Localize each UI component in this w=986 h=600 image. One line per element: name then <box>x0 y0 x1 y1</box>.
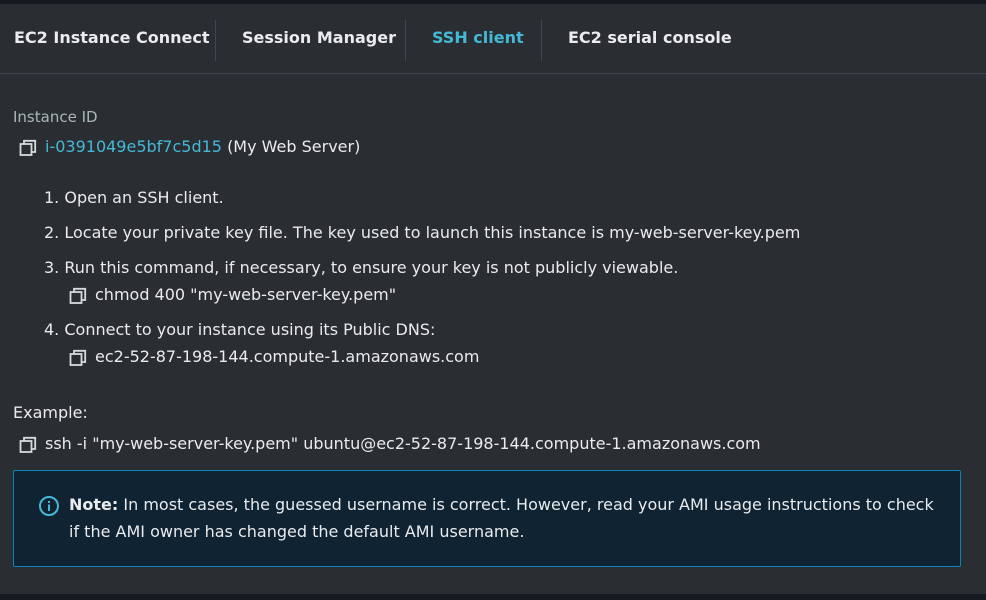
instance-id-link[interactable]: i-0391049e5bf7c5d15 <box>45 137 222 156</box>
step-3: 3. Run this command, if necessary, to en… <box>44 258 679 277</box>
tab-session-manager[interactable]: Session Manager <box>242 4 396 73</box>
note-title: Note: <box>69 495 119 514</box>
note-body: In most cases, the guessed username is c… <box>69 495 934 541</box>
chmod-command: chmod 400 "my-web-server-key.pem" <box>95 285 397 304</box>
tab-separator <box>405 20 406 61</box>
step-1: 1. Open an SSH client. <box>44 188 224 207</box>
copy-icon[interactable] <box>19 436 37 454</box>
instance-id-label: Instance ID <box>13 108 98 126</box>
public-dns-value: ec2-52-87-198-144.compute-1.amazonaws.co… <box>95 347 480 366</box>
tab-ec2-serial-console[interactable]: EC2 serial console <box>568 4 732 73</box>
window-bottom-border <box>0 594 986 600</box>
tab-separator <box>215 20 216 61</box>
copy-icon[interactable] <box>19 139 37 157</box>
info-icon <box>38 495 60 517</box>
example-label: Example: <box>13 403 88 422</box>
copy-icon[interactable] <box>69 349 87 367</box>
info-alert-text: Note: In most cases, the guessed usernam… <box>69 491 939 545</box>
instance-id-row: i-0391049e5bf7c5d15 (My Web Server) <box>45 137 360 156</box>
tab-ec2-instance-connect[interactable]: EC2 Instance Connect <box>14 4 209 73</box>
copy-icon[interactable] <box>69 287 87 305</box>
tab-separator <box>541 20 542 61</box>
step-4: 4. Connect to your instance using its Pu… <box>44 320 436 339</box>
info-alert: Note: In most cases, the guessed usernam… <box>13 470 961 567</box>
instance-name: (My Web Server) <box>227 137 361 156</box>
example-ssh-command: ssh -i "my-web-server-key.pem" ubuntu@ec… <box>45 434 761 453</box>
tab-bar: EC2 Instance Connect Session Manager SSH… <box>0 4 986 78</box>
tab-ssh-client[interactable]: SSH client <box>432 4 524 73</box>
step-2: 2. Locate your private key file. The key… <box>44 223 801 242</box>
